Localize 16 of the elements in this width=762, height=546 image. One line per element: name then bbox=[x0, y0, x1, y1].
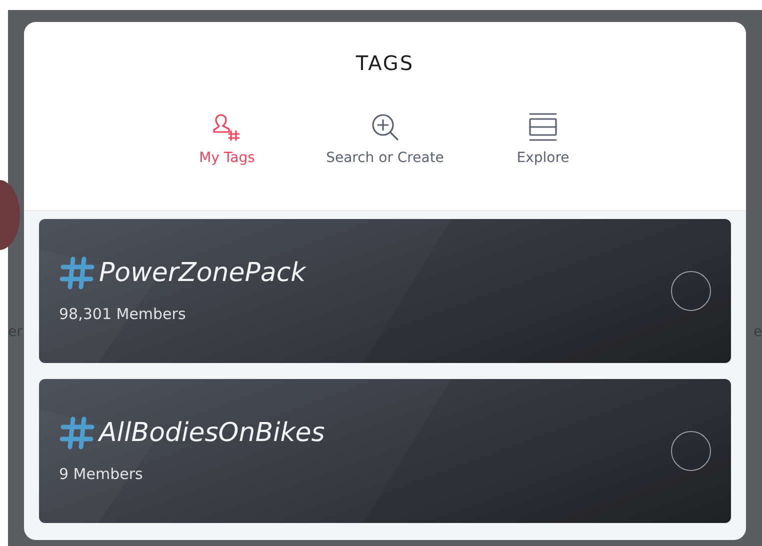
zoom-in-icon bbox=[370, 112, 400, 142]
hashtag-icon bbox=[59, 415, 95, 451]
member-count: 98,301 Members bbox=[59, 305, 187, 323]
hashtag-icon bbox=[59, 255, 95, 291]
select-radio[interactable] bbox=[671, 271, 711, 311]
tab[interactable]: Explore bbox=[464, 112, 622, 166]
tab[interactable]: Search or Create bbox=[306, 112, 464, 166]
tag-card[interactable]: AllBodiesOnBikes 9 Members bbox=[39, 379, 731, 523]
tag-name: AllBodiesOnBikes bbox=[99, 418, 325, 448]
dialog-title: TAGS bbox=[356, 51, 414, 75]
tag-card[interactable]: PowerZonePack 98,301 Members bbox=[39, 219, 731, 363]
stacked-cards-icon bbox=[528, 112, 558, 142]
tag-name: PowerZonePack bbox=[99, 258, 306, 288]
select-radio[interactable] bbox=[671, 431, 711, 471]
tab[interactable]: My Tags bbox=[148, 112, 306, 166]
member-count: 9 Members bbox=[59, 465, 144, 483]
